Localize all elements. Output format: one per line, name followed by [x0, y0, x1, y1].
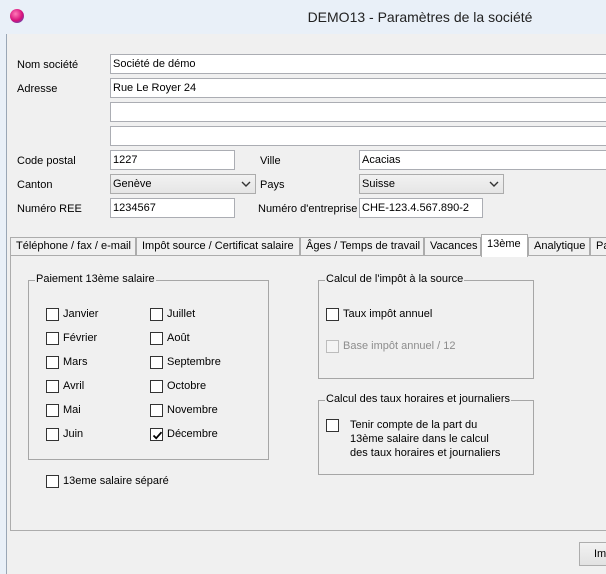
avril-label: Avril — [63, 380, 85, 392]
octobre-checkbox[interactable] — [150, 380, 163, 393]
mars-label: Mars — [63, 356, 88, 368]
janvier-label: Janvier — [63, 308, 99, 320]
tenir-compte-checkbox[interactable] — [326, 419, 339, 432]
tab-13eme[interactable]: 13ème — [481, 234, 528, 257]
numero-ree-label: Numéro REE — [17, 203, 82, 215]
numero-ree-field[interactable]: 1234567 — [110, 198, 235, 218]
tab-vacances[interactable]: Vacances — [424, 237, 481, 256]
canton-label: Canton — [17, 179, 53, 191]
tab-pa[interactable]: Pa — [590, 237, 606, 256]
tenir-compte-line2: 13ème salaire dans le calcul — [350, 433, 489, 445]
window-title: DEMO13 - Paramètres de la société — [307, 9, 533, 25]
aout-label: Août — [167, 332, 190, 344]
salaire-separe-label: 13eme salaire séparé — [63, 475, 169, 487]
canton-select[interactable]: Genève — [110, 174, 256, 194]
taux-impot-annuel-checkbox[interactable] — [326, 308, 339, 321]
mai-label: Mai — [63, 404, 81, 416]
fevrier-checkbox[interactable] — [46, 332, 59, 345]
salaire-separe-checkbox[interactable] — [46, 475, 59, 488]
ville-label: Ville — [260, 155, 281, 167]
numero-entreprise-field[interactable]: CHE-123.4.567.890-2 — [359, 198, 483, 218]
chevron-down-icon — [489, 181, 499, 187]
base-impot-annuel-checkbox[interactable] — [326, 340, 339, 353]
avril-checkbox[interactable] — [46, 380, 59, 393]
canton-value: Genève — [113, 178, 152, 190]
import-button[interactable]: Im — [579, 542, 606, 566]
novembre-checkbox[interactable] — [150, 404, 163, 417]
pays-value: Suisse — [362, 178, 396, 190]
adresse-line2-field[interactable] — [110, 102, 606, 122]
impot-source-group: Calcul de l'impôt à la source — [318, 273, 534, 379]
code-postal-label: Code postal — [17, 155, 76, 167]
pays-label: Pays — [260, 179, 285, 191]
tab-strip: Téléphone / fax / e-mail Impôt source / … — [7, 234, 606, 257]
tenir-compte-line3: des taux horaires et journaliers — [350, 447, 501, 459]
impot-source-title: Calcul de l'impôt à la source — [325, 273, 465, 285]
numero-entreprise-label: Numéro d'entreprise — [258, 203, 358, 215]
taux-impot-annuel-label: Taux impôt annuel — [343, 308, 433, 320]
chevron-down-icon — [241, 181, 251, 187]
tenir-compte-line1: Tenir compte de la part du — [350, 419, 478, 431]
decembre-label: Décembre — [167, 428, 218, 440]
base-impot-annuel-label: Base impôt annuel / 12 — [343, 340, 456, 352]
nom-societe-field[interactable]: Société de démo — [110, 54, 606, 74]
aout-checkbox[interactable] — [150, 332, 163, 345]
tab-impot-source[interactable]: Impôt source / Certificat salaire — [136, 237, 300, 256]
adresse-line3-field[interactable] — [110, 126, 606, 146]
nom-societe-label: Nom société — [17, 59, 79, 71]
mai-checkbox[interactable] — [46, 404, 59, 417]
adresse-label: Adresse — [17, 83, 58, 95]
tab-panel-13eme: Paiement 13ème salaire Janvier Février M… — [10, 255, 606, 531]
novembre-label: Novembre — [167, 404, 218, 416]
pays-select[interactable]: Suisse — [359, 174, 504, 194]
checkmark-icon — [152, 431, 163, 440]
janvier-checkbox[interactable] — [46, 308, 59, 321]
septembre-label: Septembre — [167, 356, 221, 368]
taux-horaires-title: Calcul des taux horaires et journaliers — [325, 393, 512, 405]
tenir-compte-label: Tenir compte de la part du 13ème salaire… — [350, 418, 530, 460]
juin-checkbox[interactable] — [46, 428, 59, 441]
septembre-checkbox[interactable] — [150, 356, 163, 369]
tab-telephone[interactable]: Téléphone / fax / e-mail — [10, 237, 136, 256]
tab-ages-temps[interactable]: Âges / Temps de travail — [300, 237, 424, 256]
paiement-13eme-title: Paiement 13ème salaire — [35, 273, 156, 285]
octobre-label: Octobre — [167, 380, 207, 392]
decembre-checkbox[interactable] — [150, 428, 163, 441]
juillet-checkbox[interactable] — [150, 308, 163, 321]
tab-analytique[interactable]: Analytique — [528, 237, 590, 256]
juin-label: Juin — [63, 428, 84, 440]
fevrier-label: Février — [63, 332, 98, 344]
adresse-line1-field[interactable]: Rue Le Royer 24 — [110, 78, 606, 98]
title-bar: DEMO13 - Paramètres de la société — [0, 0, 606, 34]
code-postal-field[interactable]: 1227 — [110, 150, 235, 170]
mars-checkbox[interactable] — [46, 356, 59, 369]
juillet-label: Juillet — [167, 308, 196, 320]
window-body: Nom société Société de démo Adresse Rue … — [6, 34, 606, 574]
ville-field[interactable]: Acacias — [359, 150, 606, 170]
